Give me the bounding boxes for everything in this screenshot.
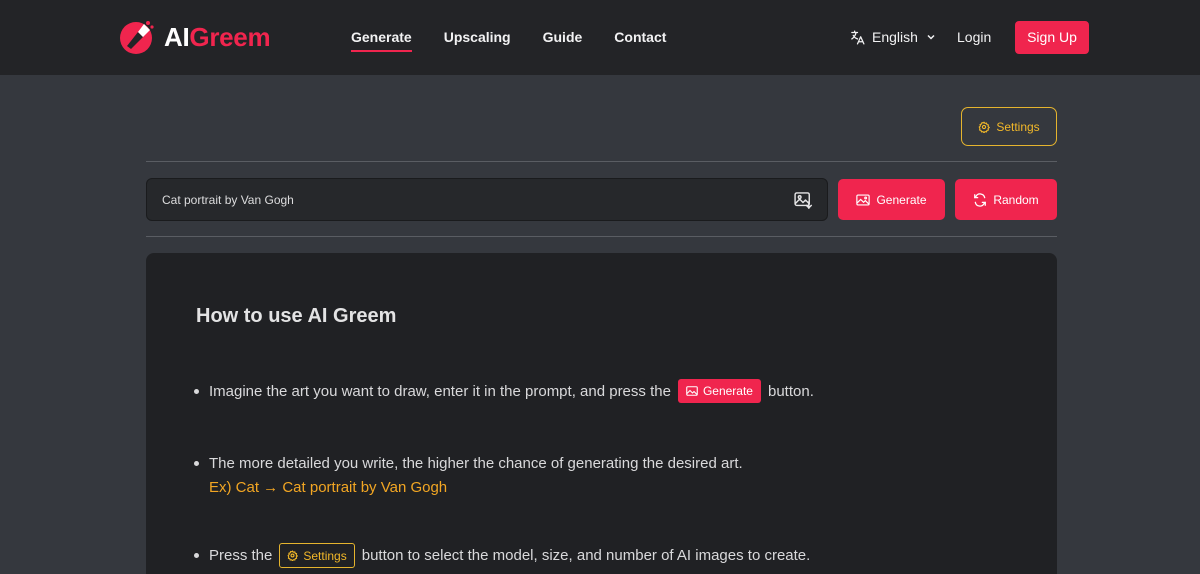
nav-upscaling[interactable]: Upscaling <box>444 0 511 75</box>
guide-step-2: The more detailed you write, the higher … <box>194 455 743 472</box>
divider-top <box>146 161 1057 162</box>
refresh-icon <box>973 192 987 207</box>
image-icon <box>856 193 871 206</box>
chevron-down-icon <box>926 32 936 42</box>
prompt-input[interactable] <box>162 179 782 220</box>
logo-icon <box>118 18 156 56</box>
guide-panel: How to use AI Greem Imagine the art you … <box>146 253 1057 574</box>
language-label: English <box>872 29 918 45</box>
random-label: Random <box>993 192 1039 207</box>
brand-name: AIGreem <box>164 18 271 56</box>
generate-button[interactable]: Generate <box>838 179 945 220</box>
translate-icon <box>849 29 866 46</box>
step3-text-after: button to select the model, size, and nu… <box>361 547 811 564</box>
gear-icon <box>978 120 991 133</box>
step1-text-after: button. <box>767 382 814 400</box>
main-nav: Generate Upscaling Guide Contact <box>351 0 698 75</box>
signup-button[interactable]: Sign Up <box>1015 21 1089 54</box>
gear-icon <box>287 550 299 561</box>
inline-generate-badge: Generate <box>677 379 761 403</box>
step2-text: The more detailed you write, the higher … <box>209 455 743 472</box>
bullet-dot <box>194 553 199 558</box>
image-icon <box>686 386 698 396</box>
guide-step-1: Imagine the art you want to draw, enter … <box>194 379 814 403</box>
step1-text-before: Imagine the art you want to draw, enter … <box>209 382 671 400</box>
step3-text-before: Press the <box>209 547 273 564</box>
top-navbar: AIGreem Generate Upscaling Guide Contact… <box>0 0 1200 75</box>
brand-greem: Greem <box>189 22 271 52</box>
step2-example: Ex) Cat → Cat portrait by Van Gogh <box>209 479 448 496</box>
random-button[interactable]: Random <box>955 179 1057 220</box>
brand-logo[interactable]: AIGreem <box>118 18 271 56</box>
nav-generate[interactable]: Generate <box>351 0 412 75</box>
divider-bottom <box>146 236 1057 237</box>
guide-step-3: Press the Settings button to select the … <box>194 543 810 568</box>
inline-settings-label: Settings <box>303 548 347 563</box>
image-upload-icon[interactable] <box>793 190 813 210</box>
brand-ai: AI <box>164 22 190 52</box>
nav-contact[interactable]: Contact <box>614 0 666 75</box>
bullet-dot <box>194 388 199 394</box>
generate-label: Generate <box>876 192 927 207</box>
inline-settings-badge: Settings <box>279 543 355 568</box>
prompt-box <box>146 178 828 221</box>
login-link[interactable]: Login <box>957 27 991 47</box>
language-selector[interactable]: English <box>849 27 936 47</box>
settings-button[interactable]: Settings <box>961 107 1057 146</box>
nav-guide[interactable]: Guide <box>543 0 583 75</box>
bullet-dot <box>194 461 199 466</box>
inline-generate-label: Generate <box>702 384 753 398</box>
guide-title: How to use AI Greem <box>196 305 397 327</box>
settings-label: Settings <box>996 119 1040 134</box>
